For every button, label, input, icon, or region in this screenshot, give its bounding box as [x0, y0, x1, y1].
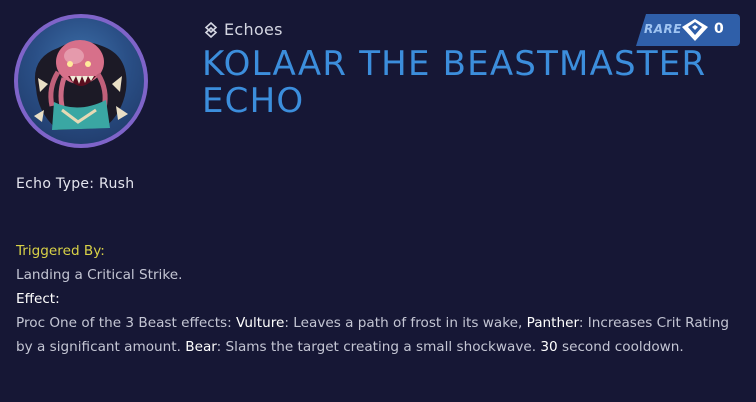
effect-text: Proc One of the 3 Beast effects: Vulture… [16, 311, 746, 359]
category-label: Echoes [224, 20, 283, 39]
effect-intro: Proc One of the 3 Beast effects: [16, 315, 237, 331]
avatar [14, 14, 148, 148]
cooldown-text: second cooldown. [557, 339, 684, 355]
bear-name: Bear [185, 339, 217, 355]
rarity-badge: RARE 0 [636, 14, 740, 46]
description: Triggered By: Landing a Critical Strike.… [16, 239, 746, 359]
echo-detail-card: Echoes KOLAAR THE BEASTMASTER ECHO RARE … [0, 0, 756, 402]
triggered-by-label: Triggered By: [16, 243, 105, 259]
page-title: KOLAAR THE BEASTMASTER ECHO [202, 46, 722, 120]
echo-type: Echo Type: Rush [16, 176, 135, 192]
creature-icon [34, 40, 128, 130]
echo-icon [204, 21, 218, 38]
panther-name: Panther [526, 315, 579, 331]
effect-label: Effect: [16, 291, 60, 307]
creature-portrait [18, 18, 144, 144]
vulture-text: : Leaves a path of frost in its wake, [284, 315, 527, 331]
rarity-label: RARE [644, 22, 682, 36]
title-line-1: KOLAAR THE BEASTMASTER [202, 44, 707, 84]
bear-text: : Slams the target creating a small shoc… [216, 339, 541, 355]
breadcrumb[interactable]: Echoes [204, 20, 283, 39]
rarity-count: 0 [714, 21, 724, 37]
title-line-2: ECHO [202, 81, 305, 121]
vulture-name: Vulture [236, 315, 285, 331]
triggered-by-text: Landing a Critical Strike. [16, 267, 183, 283]
cooldown-value: 30 [540, 339, 558, 355]
gem-icon [682, 19, 708, 41]
